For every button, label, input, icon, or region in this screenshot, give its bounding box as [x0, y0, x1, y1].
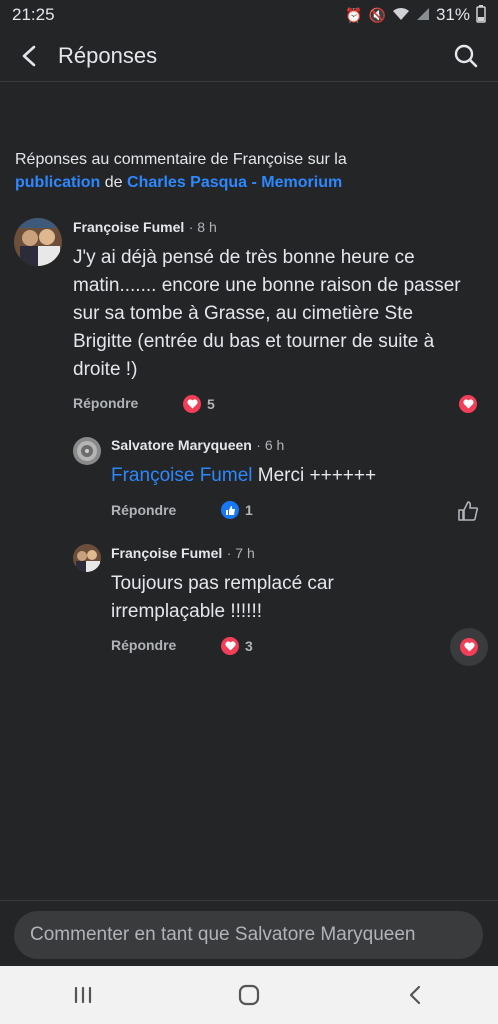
back-arrow-icon[interactable] — [10, 36, 50, 76]
avatar[interactable] — [73, 544, 101, 572]
reaction-summary[interactable]: 1 — [221, 501, 253, 519]
like-button[interactable] — [452, 495, 484, 527]
comment-author[interactable]: Françoise Fumel — [111, 545, 222, 561]
comment-text: Toujours pas remplacé car irremplaçable … — [111, 573, 334, 622]
wifi-icon — [392, 7, 410, 24]
home-icon — [238, 984, 260, 1006]
reaction-count: 3 — [245, 638, 253, 654]
comment-time: · 8 h — [188, 219, 217, 235]
page-title: Réponses — [58, 42, 158, 68]
comment-text-body: Merci ++++++ — [252, 465, 377, 486]
context-connector: de — [100, 174, 128, 191]
composer-bar: Commenter en tant que Salvatore Maryquee… — [0, 900, 498, 966]
comment-input[interactable]: Commenter en tant que Salvatore Maryquee… — [14, 911, 483, 959]
love-react-button[interactable] — [450, 628, 488, 666]
reply-button[interactable]: Répondre — [73, 395, 138, 411]
page-link[interactable]: Charles Pasqua - Memorium — [127, 174, 342, 191]
reply-button[interactable]: Répondre — [111, 637, 176, 653]
heart-icon — [459, 395, 477, 413]
status-icons: ⏰ 🔇 31% — [345, 4, 486, 26]
mention-link[interactable]: Françoise Fumel — [111, 465, 253, 486]
comment-text: J'y ai déjà pensé de très bonne heure ce… — [73, 247, 461, 380]
heart-reaction-icon — [221, 637, 239, 655]
reply-context: Réponses au commentaire de Françoise sur… — [15, 148, 485, 194]
home-button[interactable] — [219, 975, 279, 1015]
post-link[interactable]: publication — [15, 174, 100, 191]
mute-icon: 🔇 — [368, 6, 386, 23]
signal-icon — [416, 7, 430, 24]
heart-reaction-icon — [183, 395, 201, 413]
reaction-summary[interactable]: 3 — [221, 637, 253, 655]
search-icon[interactable] — [446, 36, 486, 76]
comment-text: Françoise Fumel Merci ++++++ — [111, 462, 471, 490]
system-nav-bar — [0, 966, 498, 1024]
reply-button[interactable]: Répondre — [111, 502, 176, 518]
recent-apps-button[interactable] — [53, 975, 113, 1015]
status-time: 21:25 — [12, 5, 55, 24]
heart-icon — [460, 638, 478, 656]
status-bar: 21:25 ⏰ 🔇 31% — [0, 0, 498, 30]
avatar[interactable] — [73, 437, 101, 465]
back-button[interactable] — [385, 975, 445, 1015]
thumbs-up-icon — [458, 501, 479, 521]
like-reaction-icon — [221, 501, 239, 519]
comment-author[interactable]: Françoise Fumel — [73, 219, 184, 235]
comment-author[interactable]: Salvatore Maryqueen — [111, 437, 252, 453]
reaction-count: 1 — [245, 502, 253, 518]
reaction-count: 5 — [207, 396, 215, 412]
comment-time: · 7 h — [226, 545, 255, 561]
recent-apps-icon — [74, 986, 92, 1004]
alarm-icon: ⏰ — [345, 6, 363, 23]
comment-time: · 6 h — [256, 437, 285, 453]
battery-icon — [476, 4, 486, 26]
reaction-summary[interactable]: 5 — [183, 395, 215, 413]
top-bar: Réponses — [0, 30, 498, 82]
context-text: Réponses au commentaire de Françoise sur… — [15, 151, 347, 168]
avatar[interactable] — [14, 218, 62, 266]
love-react-button[interactable] — [452, 388, 484, 420]
back-icon — [409, 985, 421, 1005]
battery-level: 31% — [435, 5, 470, 24]
